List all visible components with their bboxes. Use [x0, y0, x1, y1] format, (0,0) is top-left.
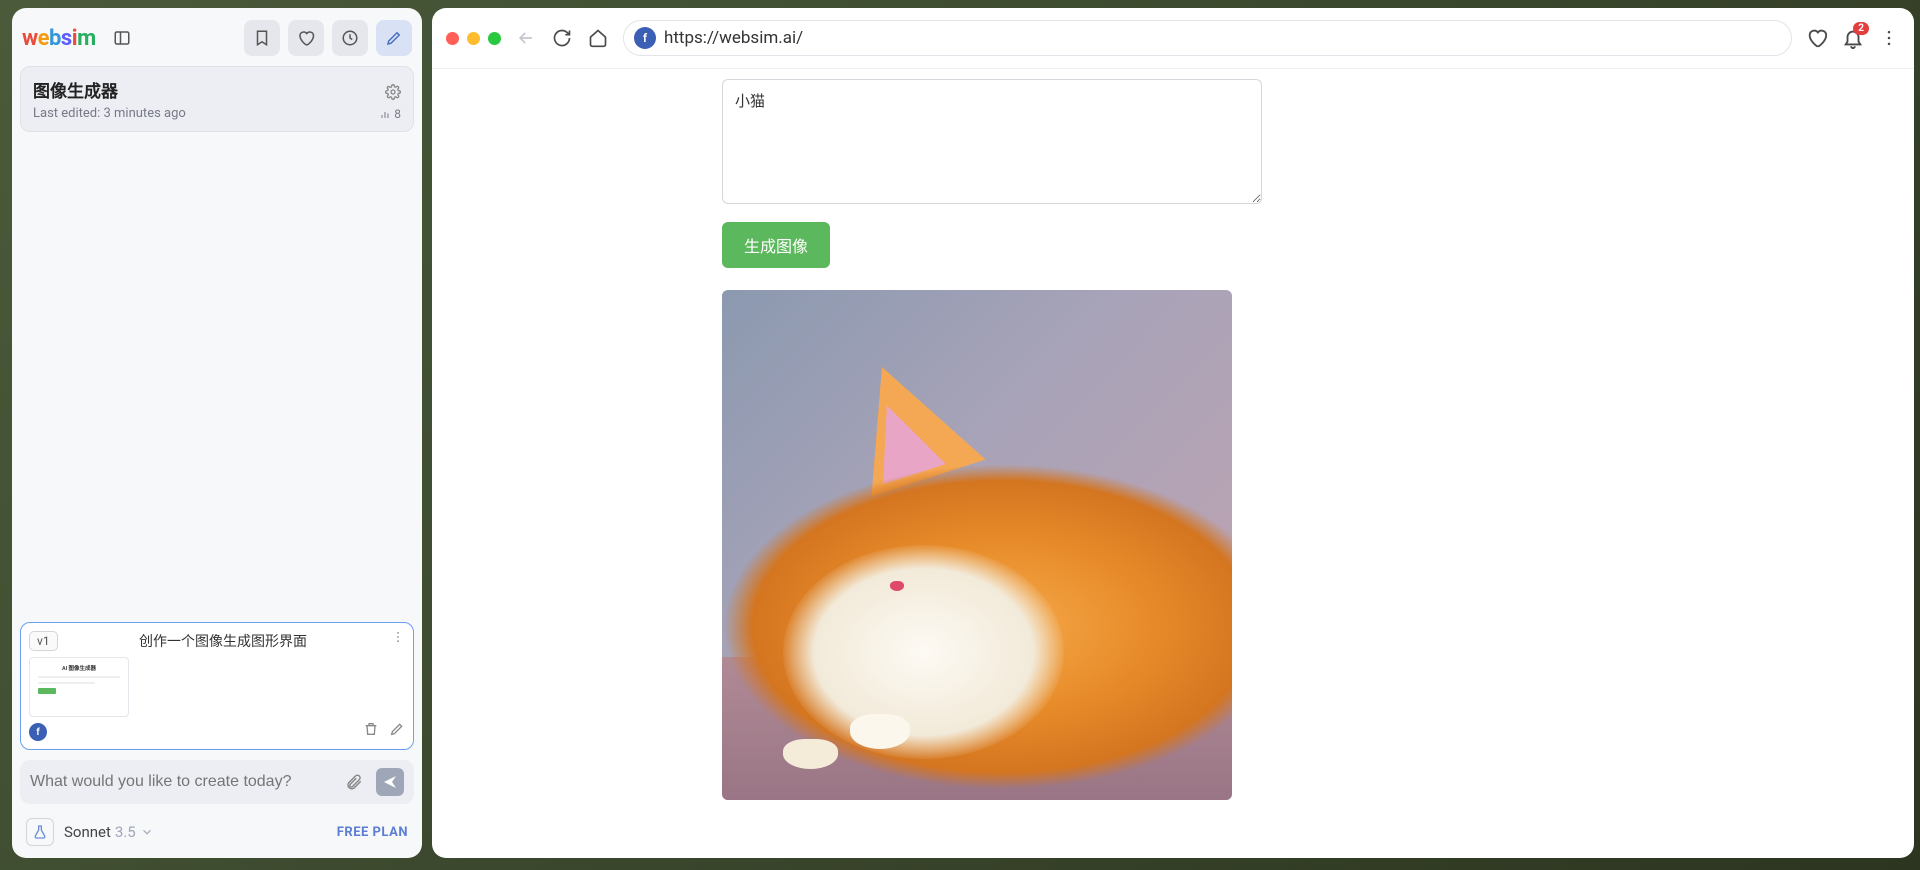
heart-icon: [297, 29, 315, 47]
edit-button[interactable]: [376, 20, 412, 56]
url-bar[interactable]: f https://websim.ai/: [623, 20, 1792, 56]
model-icon-button[interactable]: [26, 818, 54, 846]
delete-version-button[interactable]: [363, 721, 379, 741]
version-badge: v1: [29, 631, 58, 651]
site-favicon: f: [634, 27, 656, 49]
notifications-button[interactable]: 2: [1842, 27, 1864, 49]
left-content-area: [20, 132, 414, 622]
image-generator-app: 生成图像: [722, 69, 1262, 840]
bookmark-icon: [253, 29, 271, 47]
close-window-button[interactable]: [446, 32, 459, 45]
minimize-window-button[interactable]: [467, 32, 480, 45]
project-views: 8: [379, 107, 401, 121]
like-button[interactable]: [288, 20, 324, 56]
pencil-icon: [385, 29, 403, 47]
trash-icon: [363, 721, 379, 737]
heart-icon: [1806, 27, 1828, 49]
chevron-down-icon: [140, 825, 154, 839]
left-panel: websim 图像生成器 Last edited: 3 minutes ago: [12, 8, 422, 858]
maximize-window-button[interactable]: [488, 32, 501, 45]
back-button[interactable]: [515, 28, 537, 48]
websim-logo[interactable]: websim: [22, 26, 96, 51]
version-thumbnail[interactable]: AI 图像生成器: [29, 657, 129, 717]
flask-icon: [32, 824, 48, 840]
generated-image: [722, 290, 1232, 800]
send-icon: [382, 774, 398, 790]
favorite-button[interactable]: [1806, 27, 1828, 49]
model-selector[interactable]: Sonnet 3.5: [64, 823, 154, 841]
reload-button[interactable]: [551, 28, 573, 48]
url-text: https://websim.ai/: [664, 28, 1781, 48]
project-title: 图像生成器: [33, 77, 118, 102]
history-button[interactable]: [332, 20, 368, 56]
window-controls: [446, 32, 501, 45]
send-button[interactable]: [376, 768, 404, 796]
project-last-edited: Last edited: 3 minutes ago: [33, 106, 186, 121]
version-menu-button[interactable]: [391, 629, 405, 648]
user-avatar[interactable]: f: [29, 723, 47, 741]
notification-count-badge: 2: [1853, 22, 1869, 35]
prompt-bar: [20, 760, 414, 804]
paperclip-icon: [345, 773, 363, 791]
vertical-dots-icon: [391, 630, 405, 644]
project-card[interactable]: 图像生成器 Last edited: 3 minutes ago 8: [20, 66, 414, 132]
bookmark-button[interactable]: [244, 20, 280, 56]
sidebar-icon: [113, 29, 131, 47]
version-card[interactable]: v1 AI 图像生成器 f 创作一个图像生成图形界面: [20, 622, 414, 750]
bar-chart-icon: [379, 108, 391, 120]
prompt-input[interactable]: [30, 773, 332, 791]
image-prompt-textarea[interactable]: [722, 79, 1262, 204]
pencil-icon: [389, 721, 405, 737]
project-settings-button[interactable]: [385, 84, 401, 100]
footer-bar: Sonnet 3.5 FREE PLAN: [20, 814, 414, 850]
generate-image-button[interactable]: 生成图像: [722, 222, 830, 268]
edit-version-button[interactable]: [389, 721, 405, 741]
browser-toolbar: f https://websim.ai/ 2: [432, 8, 1914, 68]
home-icon: [588, 28, 608, 48]
clock-icon: [341, 29, 359, 47]
reload-icon: [552, 28, 572, 48]
right-panel: f https://websim.ai/ 2 生成图像: [432, 8, 1914, 858]
arrow-left-icon: [516, 28, 536, 48]
vertical-dots-icon: [1879, 28, 1899, 48]
sidebar-toggle-button[interactable]: [104, 20, 140, 56]
browser-content[interactable]: 生成图像: [432, 68, 1914, 858]
version-description: 创作一个图像生成图形界面: [139, 631, 405, 651]
left-header: websim: [20, 16, 414, 66]
more-menu-button[interactable]: [1878, 28, 1900, 48]
attach-button[interactable]: [340, 768, 368, 796]
home-button[interactable]: [587, 28, 609, 48]
gear-icon: [385, 84, 401, 100]
plan-badge[interactable]: FREE PLAN: [337, 825, 408, 840]
